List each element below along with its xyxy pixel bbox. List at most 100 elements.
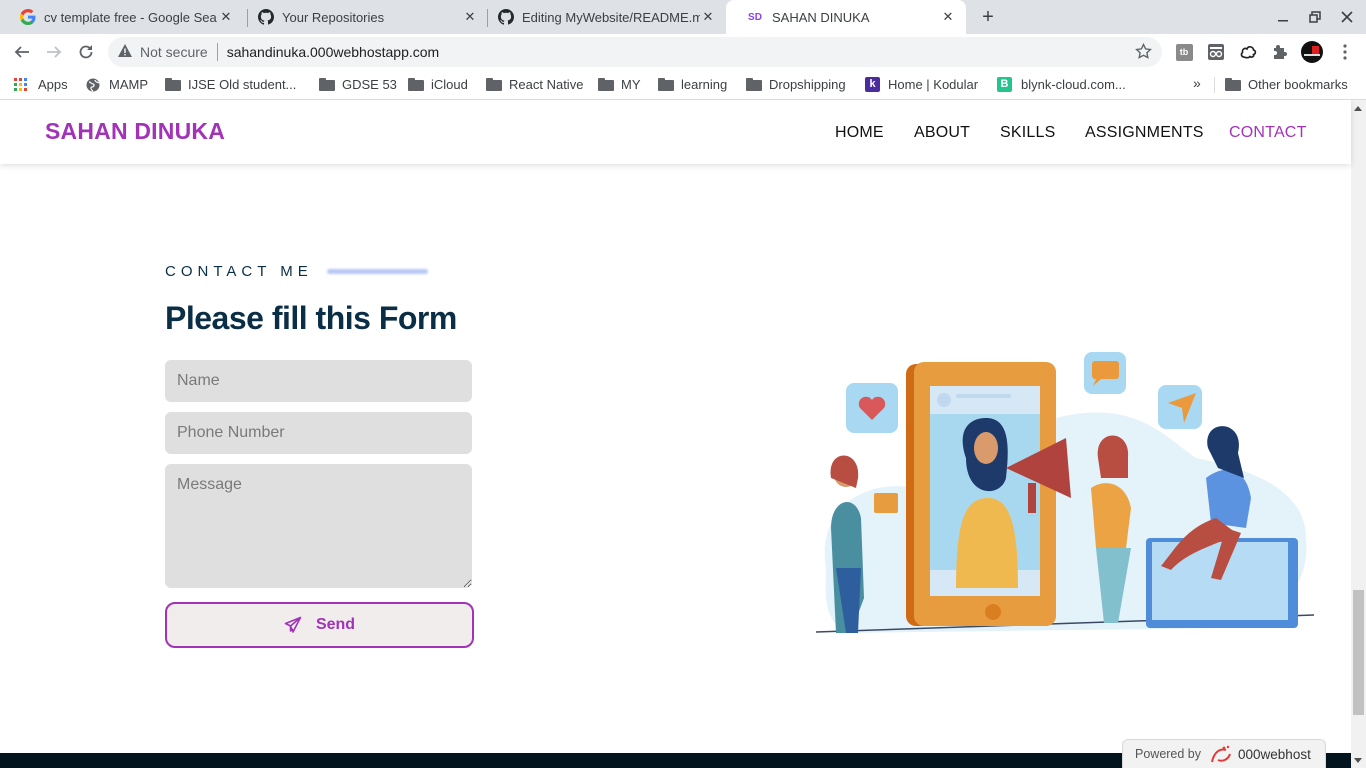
globe-icon [86, 78, 100, 92]
folder-icon [408, 78, 424, 91]
close-icon[interactable]: ✕ [700, 9, 716, 25]
bookmark-star-icon[interactable] [1135, 42, 1152, 63]
github-icon [258, 9, 274, 25]
nav-about[interactable]: ABOUT [914, 124, 970, 142]
nav-home[interactable]: HOME [835, 124, 884, 142]
divider [1214, 77, 1215, 93]
browser-tab[interactable]: cv template free - Google Sea ✕ [0, 0, 244, 34]
browser-tab-active[interactable]: SD SAHAN DINUKA ✕ [726, 0, 966, 34]
powered-by-text: Powered by [1135, 747, 1202, 761]
tab-title: SAHAN DINUKA [772, 9, 870, 25]
address-bar[interactable]: Not secure sahandinuka.000webhostapp.com [108, 37, 1162, 67]
warning-icon[interactable] [118, 44, 132, 60]
scrollbar-thumb[interactable] [1353, 590, 1364, 715]
bookmark-label: IJSE Old student... [188, 77, 297, 92]
forward-button[interactable] [42, 40, 66, 64]
bookmark-folder[interactable]: Dropshipping [746, 77, 846, 92]
bookmark-label: Other bookmarks [1248, 77, 1348, 92]
powered-by-badge[interactable]: Powered by 000webhost [1122, 739, 1326, 768]
bookmark-label: React Native [509, 77, 584, 92]
browser-tab[interactable]: Editing MyWebsite/README.m ✕ [478, 0, 726, 34]
close-icon[interactable]: ✕ [218, 9, 234, 25]
folder-icon [598, 78, 614, 91]
apps-grid-icon [14, 77, 27, 91]
bookmark-label: MY [621, 77, 641, 92]
folder-icon [746, 78, 762, 91]
extension-incognito-icon[interactable] [1206, 42, 1226, 62]
bookmark-label: GDSE 53 [342, 77, 397, 92]
bookmark-apps[interactable]: Apps [14, 77, 68, 92]
security-label[interactable]: Not secure [140, 44, 208, 60]
marketing-illustration [815, 352, 1315, 633]
kicker-underline [327, 269, 428, 274]
bookmark-folder[interactable]: IJSE Old student... [165, 77, 296, 92]
kodular-icon: k [865, 77, 880, 92]
bookmarks-bar: Apps MAMP IJSE Old student... GDSE 53 iC… [0, 70, 1366, 100]
paper-plane-icon [284, 616, 302, 633]
bookmark-folder[interactable]: GDSE 53 [319, 77, 397, 92]
extension-cloud-icon[interactable] [1238, 42, 1258, 62]
bookmark-label: iCloud [431, 77, 468, 92]
bookmark-folder[interactable]: MY [598, 77, 641, 92]
bookmark-label: blynk-cloud.com... [1021, 77, 1126, 92]
bookmark-label: Apps [38, 77, 68, 92]
site-favicon: SD [748, 11, 762, 23]
bookmark-label: Dropshipping [769, 77, 846, 92]
nav-skills[interactable]: SKILLS [1000, 124, 1055, 142]
other-bookmarks[interactable]: Other bookmarks [1225, 77, 1348, 92]
bookmark-label: MAMP [109, 77, 148, 92]
browser-tab-strip: cv template free - Google Sea ✕ Your Rep… [0, 0, 1366, 34]
name-input[interactable] [165, 360, 472, 402]
extension-tb-icon[interactable]: tb [1174, 42, 1194, 62]
nav-assignments[interactable]: ASSIGNMENTS [1085, 124, 1204, 142]
site-header: SAHAN DINUKA HOME ABOUT SKILLS ASSIGNMEN… [0, 100, 1351, 164]
bookmark-label: Home | Kodular [888, 77, 979, 92]
new-tab-button[interactable]: + [976, 5, 1000, 29]
send-button[interactable]: Send [165, 602, 474, 648]
bookmark-blynk[interactable]: B blynk-cloud.com... [997, 77, 1126, 92]
tab-title: cv template free - Google Sea [44, 9, 217, 25]
page-scrollbar[interactable] [1351, 100, 1366, 768]
message-textarea[interactable] [165, 464, 472, 588]
send-label: Send [315, 616, 356, 633]
folder-icon [319, 78, 335, 91]
tab-title: Your Repositories [282, 9, 385, 25]
bookmark-folder[interactable]: React Native [486, 77, 583, 92]
browser-menu-icon[interactable] [1335, 42, 1355, 62]
browser-tab[interactable]: Your Repositories ✕ [238, 0, 488, 34]
powered-by-brand: 000webhost [1238, 746, 1311, 762]
folder-icon [658, 78, 674, 91]
bookmarks-overflow-button[interactable]: » [1193, 75, 1201, 91]
bookmark-folder[interactable]: iCloud [408, 77, 468, 92]
000webhost-logo-icon [1211, 745, 1231, 763]
minimize-button[interactable] [1271, 6, 1295, 28]
bookmark-label: learning [681, 77, 728, 92]
scroll-up-arrow-icon[interactable] [1354, 106, 1362, 111]
restore-button[interactable] [1303, 6, 1327, 28]
section-heading: Please fill this Form [165, 300, 457, 336]
back-button[interactable] [10, 40, 34, 64]
close-window-button[interactable] [1335, 6, 1359, 28]
extensions-puzzle-icon[interactable] [1270, 42, 1290, 62]
bookmark-kodular[interactable]: k Home | Kodular [865, 77, 978, 92]
github-icon [498, 9, 514, 25]
folder-icon [1225, 78, 1241, 91]
chat-icon [1092, 361, 1119, 379]
folder-icon [165, 78, 181, 91]
close-icon[interactable]: ✕ [940, 9, 956, 25]
close-icon[interactable]: ✕ [462, 9, 478, 25]
bookmark-folder[interactable]: learning [658, 77, 727, 92]
section-kicker: CONTACT ME [165, 263, 313, 280]
blynk-icon: B [997, 77, 1012, 92]
nav-contact[interactable]: CONTACT [1229, 124, 1307, 142]
phone-input[interactable] [165, 412, 472, 454]
folder-icon [486, 78, 502, 91]
site-logo[interactable]: SAHAN DINUKA [45, 118, 225, 145]
google-icon [20, 9, 36, 25]
profile-avatar[interactable] [1301, 41, 1323, 63]
url-text[interactable]: sahandinuka.000webhostapp.com [227, 44, 440, 60]
reload-button[interactable] [74, 40, 98, 64]
bookmark-mamp[interactable]: MAMP [86, 77, 148, 92]
tab-title: Editing MyWebsite/README.m [522, 9, 700, 25]
scroll-down-arrow-icon[interactable] [1354, 758, 1362, 763]
